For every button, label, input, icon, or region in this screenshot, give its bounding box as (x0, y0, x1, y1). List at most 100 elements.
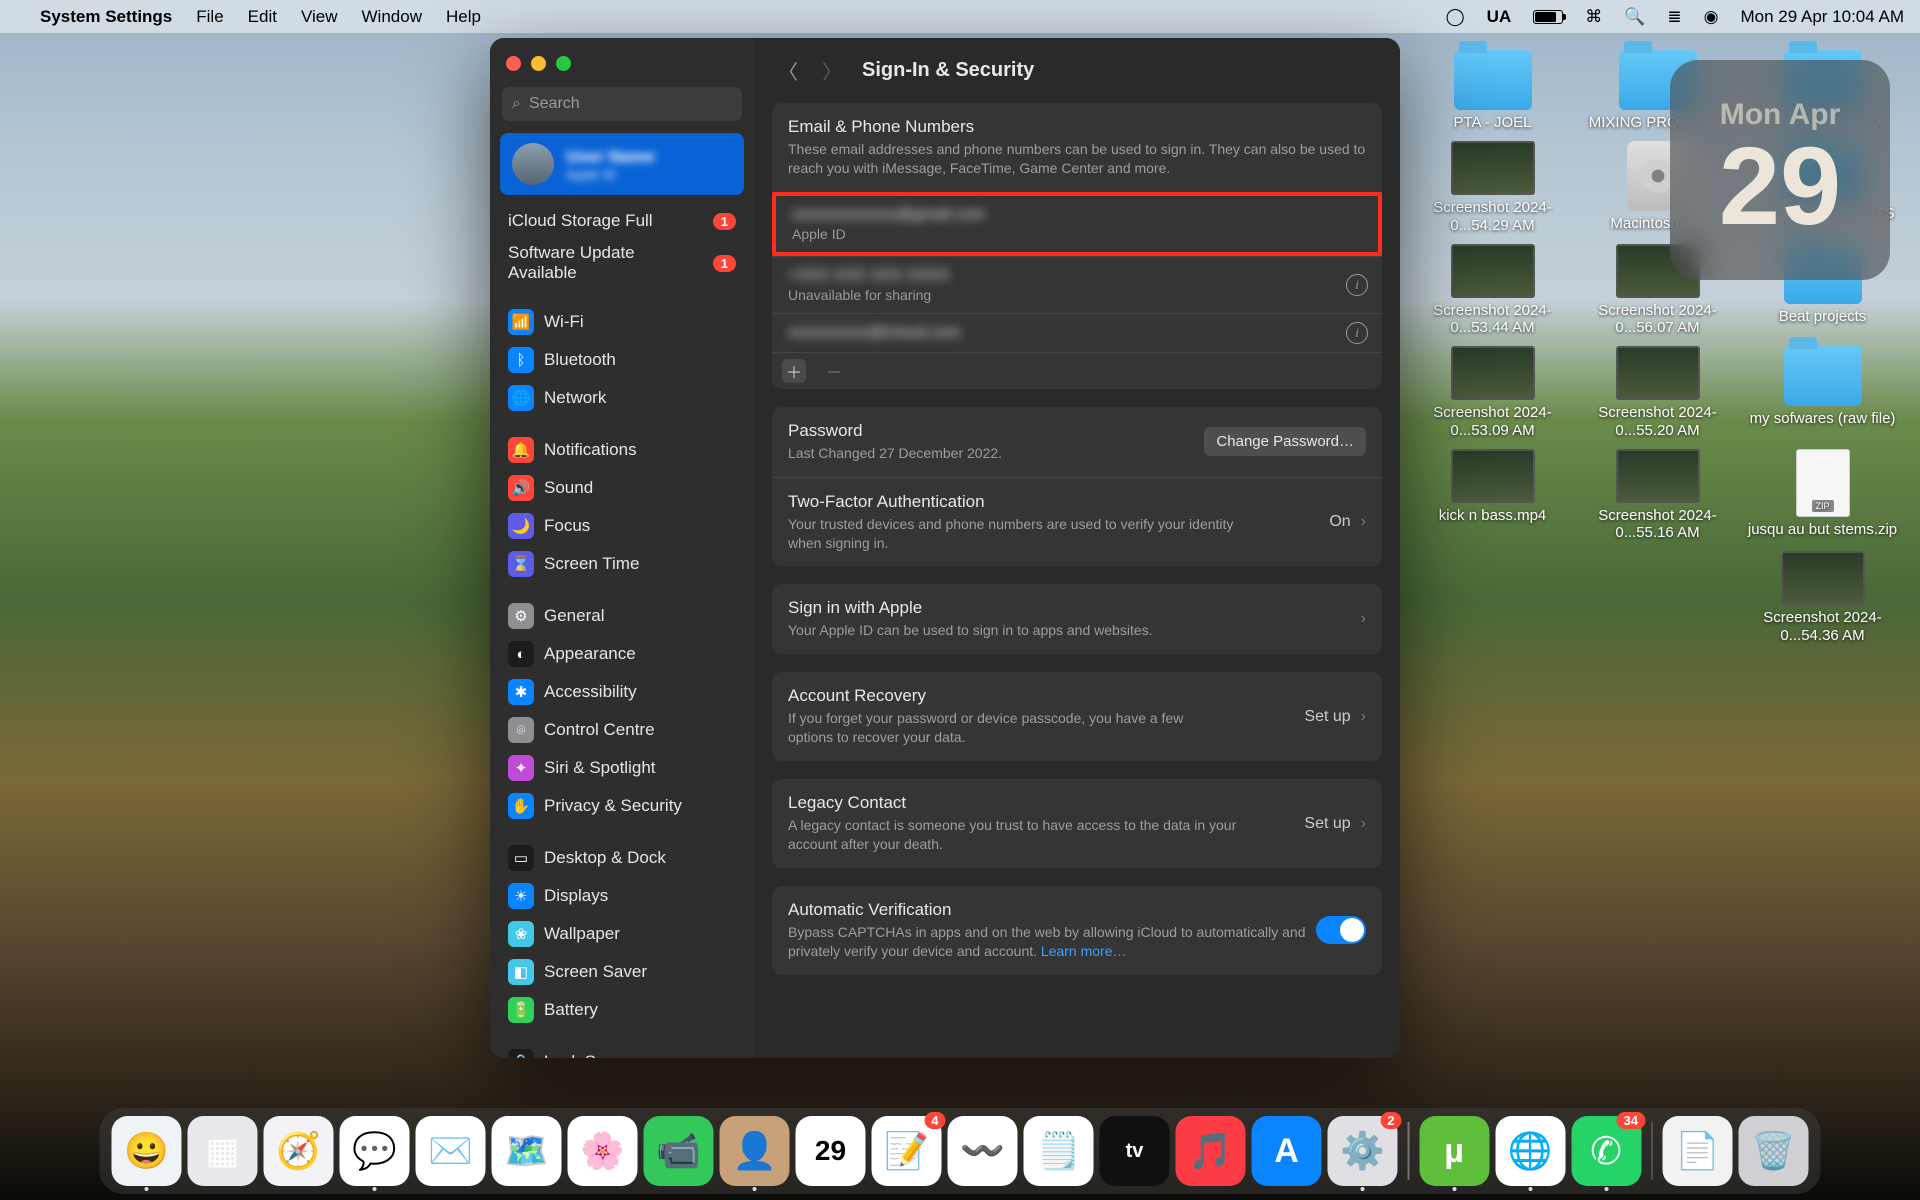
input-language[interactable]: UA (1487, 7, 1512, 27)
sidebar-item-desktop-dock[interactable]: ▭Desktop & Dock (498, 839, 746, 877)
dock-utorrent[interactable]: µ (1419, 1116, 1489, 1186)
sidebar-item-wi-fi[interactable]: 📶Wi-Fi (498, 303, 746, 341)
info-icon[interactable]: i (1346, 274, 1368, 296)
sidebar-item-network[interactable]: 🌐Network (498, 379, 746, 417)
control-center-icon[interactable]: ≣ (1667, 7, 1681, 27)
sidebar-item-control-centre[interactable]: ⌾Control Centre (498, 711, 746, 749)
dock-chrome[interactable]: 🌐 (1495, 1116, 1565, 1186)
app-name[interactable]: System Settings (40, 7, 172, 27)
sidebar-item-accessibility[interactable]: ✱Accessibility (498, 673, 746, 711)
desktop-icon[interactable]: Screenshot 2024-0...53.44 AM (1415, 244, 1570, 337)
desktop-icon[interactable]: Screenshot 2024-0...53.09 AM (1415, 346, 1570, 439)
recovery-card[interactable]: Account Recovery If you forget your pass… (772, 672, 1382, 761)
learn-more-link[interactable]: Learn more… (1041, 943, 1127, 959)
dock-whatsapp[interactable]: ✆34 (1571, 1116, 1641, 1186)
sidebar-item-notifications[interactable]: 🔔 Notifications (498, 431, 746, 469)
back-button[interactable]: 〈 (774, 52, 802, 89)
dock-mail[interactable]: ✉️ (416, 1116, 486, 1186)
spotlight-icon[interactable]: 🔍 (1624, 7, 1645, 27)
dock-photos[interactable]: 🌸 (568, 1116, 638, 1186)
auto-verify-toggle[interactable] (1316, 916, 1366, 944)
utorrent-menubar-icon[interactable]: ◯ (1446, 7, 1465, 27)
sidebar-label: Notifications (544, 440, 637, 460)
sidebar-notice[interactable]: Software Update Available1 (498, 237, 746, 289)
sidebar-item-appearance[interactable]: ◐Appearance (498, 635, 746, 673)
menu-view[interactable]: View (301, 7, 338, 27)
dock-messages[interactable]: 💬 (340, 1116, 410, 1186)
twofa-row[interactable]: Two-Factor Authentication Your trusted d… (772, 478, 1382, 567)
dock-contacts[interactable]: 👤 (720, 1116, 790, 1186)
minimize-button[interactable] (531, 56, 546, 71)
search-input[interactable]: ⌕ Search (502, 87, 742, 121)
dock-appletv[interactable]: tv (1100, 1116, 1170, 1186)
menu-window[interactable]: Window (362, 7, 422, 27)
account-sub: Apple ID (566, 167, 655, 182)
menu-edit[interactable]: Edit (248, 7, 277, 27)
desktop-icon[interactable]: kick n bass.mp4 (1415, 449, 1570, 542)
password-title: Password (788, 421, 1204, 441)
dock-calendar[interactable]: 29 (796, 1116, 866, 1186)
change-password-button[interactable]: Change Password… (1204, 427, 1366, 456)
email-row[interactable]: xxxxxxxxxxxxx@gmail.comApple ID (772, 192, 1382, 256)
dock-music[interactable]: 🎵 (1176, 1116, 1246, 1186)
add-button[interactable]: ＋ (782, 359, 806, 383)
sidebar-item-lock-screen[interactable]: 🔒Lock Screen (498, 1043, 746, 1058)
dock-reminders[interactable]: 📝4 (872, 1116, 942, 1186)
dock-notes[interactable]: 🗒️ (1024, 1116, 1094, 1186)
dock-doc[interactable]: 📄 (1663, 1116, 1733, 1186)
sidebar-label: Wallpaper (544, 924, 620, 944)
sidebar-item-screen-time[interactable]: ⌛Screen Time (498, 545, 746, 583)
sidebar-icon: 🔔 (508, 437, 534, 463)
sidebar-item-wallpaper[interactable]: ❀Wallpaper (498, 915, 746, 953)
forward-button[interactable]: 〉 (818, 52, 846, 89)
dock-freeform[interactable]: 〰️ (948, 1116, 1018, 1186)
account-row[interactable]: User Name Apple ID (500, 133, 744, 195)
desktop-icon[interactable]: Screenshot 2024-0...55.20 AM (1580, 346, 1735, 439)
menu-help[interactable]: Help (446, 7, 481, 27)
sidebar-label: Focus (544, 516, 590, 536)
desktop-icon[interactable]: Screenshot 2024-0...54.29 AM (1415, 141, 1570, 234)
dock-appstore[interactable]: A (1252, 1116, 1322, 1186)
desktop-icon[interactable]: my sofwares (raw file) (1745, 346, 1900, 439)
close-button[interactable] (506, 56, 521, 71)
sidebar-notice[interactable]: iCloud Storage Full1 (498, 205, 746, 237)
sidebar-item-focus[interactable]: 🌙Focus (498, 507, 746, 545)
sidebar-item-siri-spotlight[interactable]: ✦Siri & Spotlight (498, 749, 746, 787)
info-icon[interactable]: i (1346, 322, 1368, 344)
dock-safari[interactable]: 🧭 (264, 1116, 334, 1186)
dock: 😀▦🧭💬✉️🗺️🌸📹👤29📝4〰️🗒️tv🎵A⚙️2 µ🌐✆34 📄🗑️ (100, 1108, 1821, 1194)
dock-launchpad[interactable]: ▦ (188, 1116, 258, 1186)
email-row[interactable]: xxxxxxxxxx@icloud.comi (772, 314, 1382, 352)
sidebar-item-sound[interactable]: 🔊Sound (498, 469, 746, 507)
legacy-card[interactable]: Legacy Contact A legacy contact is someo… (772, 779, 1382, 868)
email-row[interactable]: +XXX XXX XXX XXXXUnavailable for sharing… (772, 257, 1382, 313)
dock-settings[interactable]: ⚙️2 (1328, 1116, 1398, 1186)
sidebar-item-screen-saver[interactable]: ◧Screen Saver (498, 953, 746, 991)
dock-finder[interactable]: 😀 (112, 1116, 182, 1186)
calendar-widget[interactable]: Mon Apr 29 (1670, 60, 1890, 280)
dock-maps[interactable]: 🗺️ (492, 1116, 562, 1186)
sidebar-item-displays[interactable]: ☀Displays (498, 877, 746, 915)
siwa-card[interactable]: Sign in with Apple Your Apple ID can be … (772, 584, 1382, 654)
running-dot (1604, 1187, 1608, 1191)
desktop-icon[interactable]: Screenshot 2024-0...54.36 AM (1745, 551, 1900, 644)
email-actions: ＋ － (772, 353, 1382, 389)
desktop-icon[interactable]: jusqu au but stems.zip (1745, 449, 1900, 542)
link-icon[interactable]: ⌘ (1585, 7, 1602, 27)
siri-icon[interactable]: ◉ (1704, 7, 1719, 27)
remove-button[interactable]: － (822, 359, 846, 383)
menu-file[interactable]: File (196, 7, 223, 27)
email-value: xxxxxxxxxxxxx@gmail.com (792, 206, 985, 224)
dock-facetime[interactable]: 📹 (644, 1116, 714, 1186)
desktop-icon[interactable]: Screenshot 2024-0...55.16 AM (1580, 449, 1735, 542)
recovery-value: Set up (1304, 708, 1350, 726)
sidebar-item-general[interactable]: ⚙General (498, 597, 746, 635)
sidebar-item-privacy-security[interactable]: ✋Privacy & Security (498, 787, 746, 825)
sidebar-item-battery[interactable]: 🔋Battery (498, 991, 746, 1029)
menubar-clock[interactable]: Mon 29 Apr 10:04 AM (1741, 7, 1905, 27)
sidebar-item-bluetooth[interactable]: ᛒBluetooth (498, 341, 746, 379)
maximize-button[interactable] (556, 56, 571, 71)
dock-trash[interactable]: 🗑️ (1739, 1116, 1809, 1186)
battery-icon[interactable] (1533, 10, 1563, 24)
desktop-icon[interactable]: PTA - JOEL (1415, 50, 1570, 131)
